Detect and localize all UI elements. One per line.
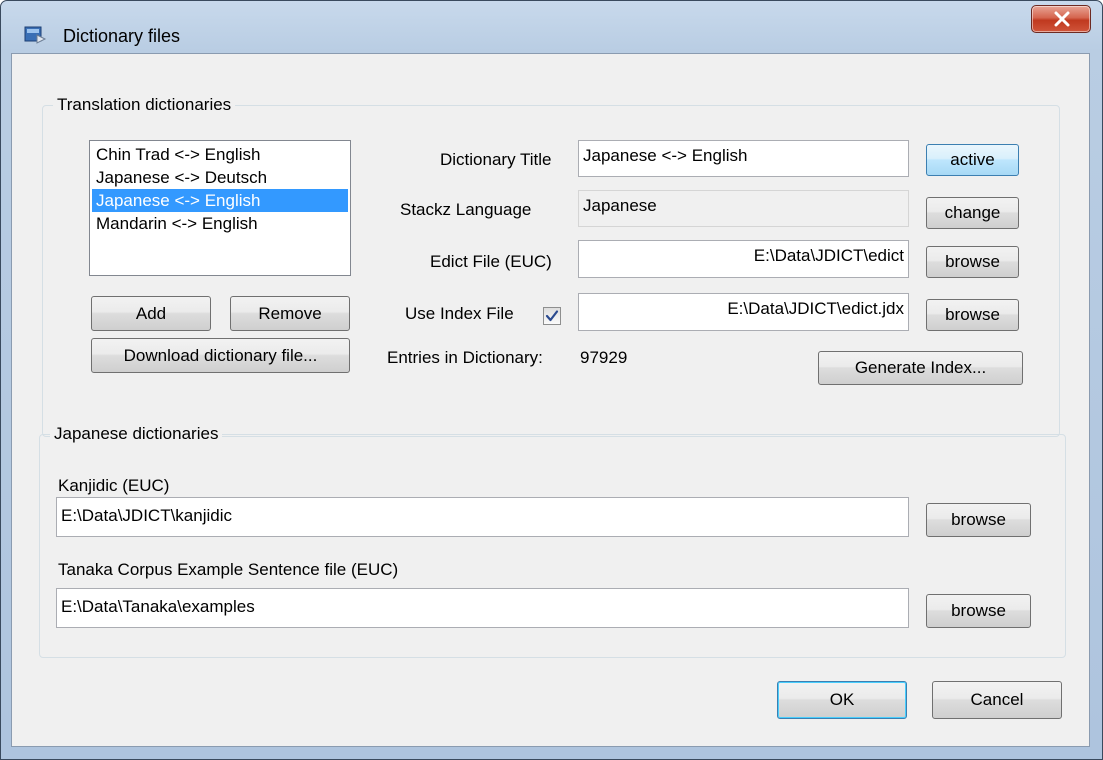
tanaka-browse-button[interactable]: browse	[926, 594, 1031, 628]
dialog-client-area: Translation dictionaries Chin Trad <-> E…	[11, 53, 1090, 747]
use-index-checkbox[interactable]	[543, 307, 561, 325]
ok-button[interactable]: OK	[777, 681, 907, 719]
window-title: Dictionary files	[63, 26, 181, 46]
dictionary-title-label: Dictionary Title	[440, 150, 552, 169]
edict-file-field[interactable]: E:\Data\JDICT\edict	[578, 240, 909, 278]
close-icon	[1054, 11, 1070, 27]
list-item[interactable]: Mandarin <-> English	[92, 212, 348, 235]
list-item-selected[interactable]: Japanese <-> English	[92, 189, 348, 212]
list-item[interactable]: Japanese <-> Deutsch	[92, 166, 348, 189]
add-button[interactable]: Add	[91, 296, 211, 331]
kanjidic-browse-button[interactable]: browse	[926, 503, 1031, 537]
edict-file-label: Edict File (EUC)	[430, 252, 552, 271]
kanjidic-label: Kanjidic (EUC)	[58, 476, 170, 495]
edict-browse-button[interactable]: browse	[926, 246, 1019, 278]
entries-count: 97929	[580, 348, 628, 367]
kanjidic-field[interactable]: E:\Data\JDICT\kanjidic	[56, 497, 909, 537]
checkmark-icon	[545, 310, 559, 322]
entries-label: Entries in Dictionary:	[387, 348, 543, 367]
stackz-language-label: Stackz Language	[400, 200, 532, 219]
title-bar[interactable]: Dictionary files	[1, 1, 1102, 46]
use-index-file-label: Use Index File	[405, 304, 514, 323]
index-file-field[interactable]: E:\Data\JDICT\edict.jdx	[578, 293, 909, 331]
tanaka-label: Tanaka Corpus Example Sentence file (EUC…	[58, 560, 399, 579]
cancel-button[interactable]: Cancel	[932, 681, 1062, 719]
download-dictionary-button[interactable]: Download dictionary file...	[91, 338, 350, 373]
japanese-group-label: Japanese dictionaries	[50, 424, 223, 444]
stackz-language-field: Japanese	[578, 190, 909, 227]
remove-button[interactable]: Remove	[230, 296, 350, 331]
close-button[interactable]	[1031, 5, 1091, 33]
app-icon	[23, 23, 47, 45]
list-item[interactable]: Chin Trad <-> English	[92, 143, 348, 166]
translation-group-label: Translation dictionaries	[53, 95, 236, 115]
change-button[interactable]: change	[926, 197, 1019, 229]
dialog-window: Dictionary files Translation dictionarie…	[0, 0, 1103, 760]
index-browse-button[interactable]: browse	[926, 299, 1019, 331]
dictionary-list[interactable]: Chin Trad <-> English Japanese <-> Deuts…	[89, 140, 351, 276]
tanaka-field[interactable]: E:\Data\Tanaka\examples	[56, 588, 909, 628]
generate-index-button[interactable]: Generate Index...	[818, 351, 1023, 385]
dictionary-title-field[interactable]: Japanese <-> English	[578, 140, 909, 177]
active-button[interactable]: active	[926, 144, 1019, 176]
